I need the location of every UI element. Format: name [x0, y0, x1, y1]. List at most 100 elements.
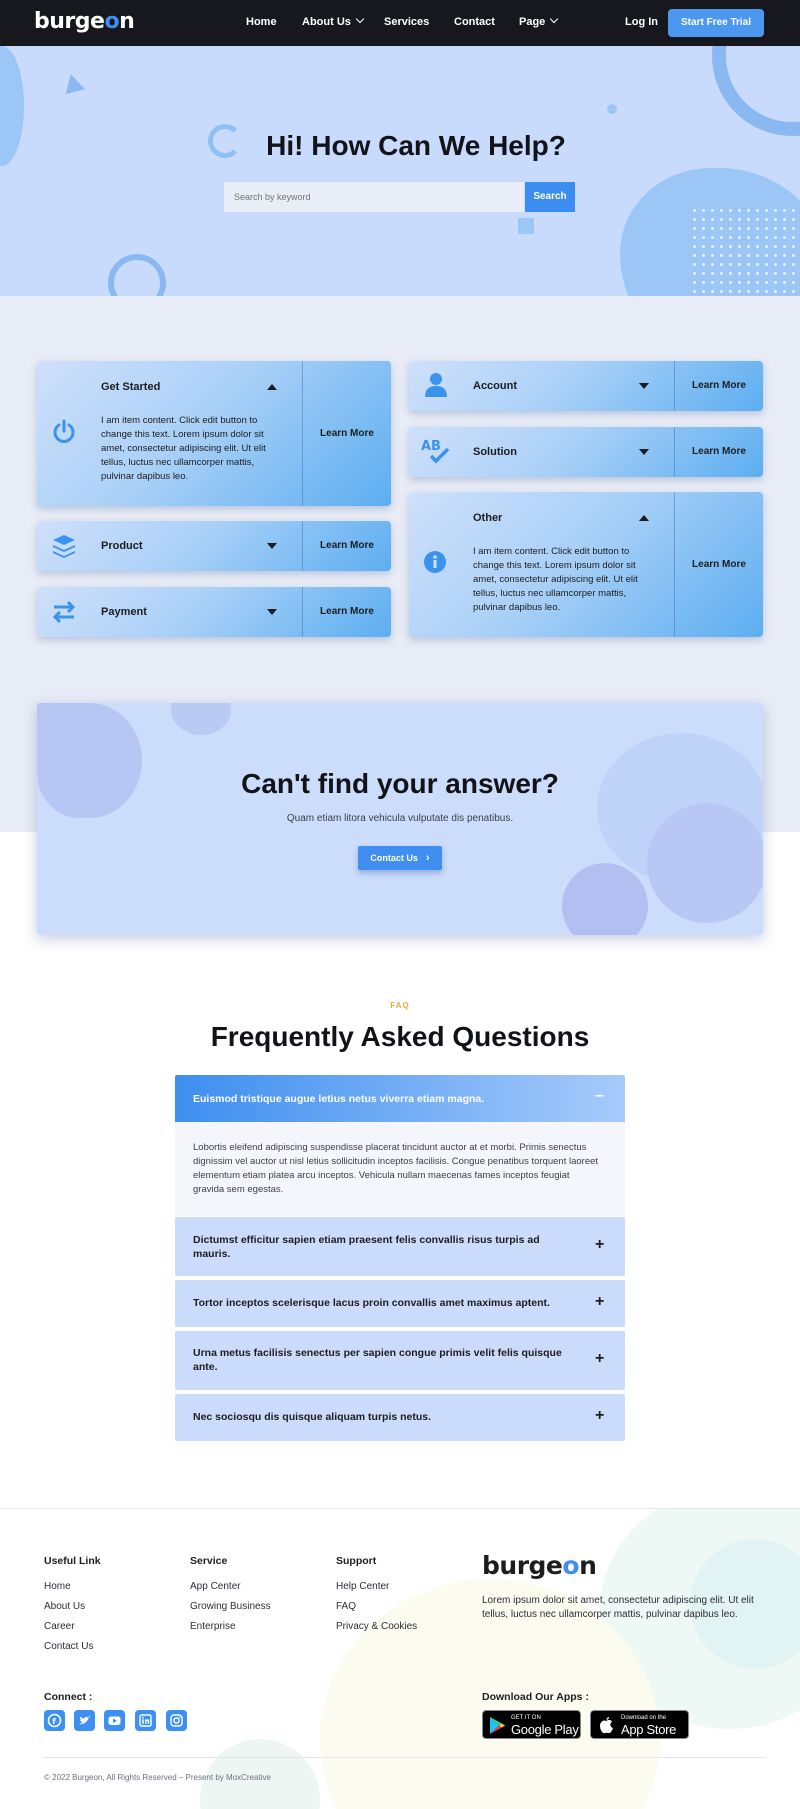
nav-page[interactable]: Page — [519, 14, 559, 28]
footer-link-contact-us[interactable]: Contact Us — [44, 1641, 93, 1652]
faq-question: Tortor inceptos scelerisque lacus proin … — [193, 1297, 550, 1309]
logo[interactable]: burgeon — [34, 9, 135, 34]
start-free-trial-button[interactable]: Start Free Trial — [668, 9, 764, 37]
plus-icon[interactable]: + — [595, 1236, 604, 1254]
footer-link-career[interactable]: Career — [44, 1621, 75, 1632]
facebook-icon[interactable]: f — [44, 1710, 65, 1731]
learn-more-link[interactable]: Learn More — [303, 606, 391, 617]
contact-cta-box: Can't find your answer? Quam etiam litor… — [37, 703, 763, 935]
card-body: I am item content. Click edit button to … — [473, 546, 638, 613]
faq-question: Urna metus facilisis senectus per sapien… — [193, 1347, 562, 1373]
faq-item[interactable]: Dictumst efficitur sapien etiam praesent… — [175, 1217, 625, 1276]
linkedin-icon[interactable] — [135, 1710, 156, 1731]
topic-card-product[interactable]: Product Learn More — [37, 521, 391, 571]
info-icon — [424, 551, 446, 573]
topic-card-get-started[interactable]: Get Started I am item content. Click edi… — [37, 361, 391, 506]
card-title: Solution — [473, 446, 517, 458]
footer-divider — [44, 1757, 766, 1758]
nav-about-us[interactable]: About Us — [302, 14, 365, 28]
topic-card-other[interactable]: Other I am item content. Click edit butt… — [409, 492, 763, 637]
learn-more-link[interactable]: Learn More — [303, 540, 391, 551]
plus-icon[interactable]: + — [595, 1407, 604, 1425]
faq-title: Frequently Asked Questions — [210, 1021, 590, 1052]
cta-text: Quam etiam litora vehicula vulputate dis… — [286, 813, 514, 824]
layers-icon — [53, 535, 75, 558]
apps-heading: Download Our Apps : — [482, 1691, 589, 1703]
decor-dot — [607, 104, 617, 114]
footer-link-growing-business[interactable]: Growing Business — [190, 1601, 271, 1612]
topic-card-payment[interactable]: Payment Learn More — [37, 587, 391, 637]
footer-link-privacy-cookies[interactable]: Privacy & Cookies — [336, 1621, 417, 1632]
decor-dot-grid — [690, 206, 796, 296]
footer-heading-support: Support — [336, 1555, 377, 1567]
caret-up-icon[interactable] — [267, 384, 277, 390]
svg-text:AB: AB — [421, 439, 441, 454]
decor-blob — [562, 863, 648, 935]
learn-more-link[interactable]: Learn More — [303, 428, 391, 439]
power-icon — [53, 419, 75, 443]
footer-logo[interactable]: burgeon — [482, 1551, 597, 1580]
contact-us-button[interactable]: Contact Us › — [358, 846, 442, 870]
instagram-icon[interactable] — [166, 1710, 187, 1731]
decor-blob — [171, 703, 231, 735]
caret-down-icon[interactable] — [639, 383, 649, 389]
footer-link-home[interactable]: Home — [44, 1581, 71, 1592]
footer-link-faq[interactable]: FAQ — [336, 1601, 356, 1612]
apple-icon — [600, 1717, 613, 1734]
google-play-text: Google Play — [511, 1722, 579, 1737]
decor-triangle — [61, 71, 85, 95]
plus-icon[interactable]: + — [595, 1350, 604, 1368]
footer-link-help-center[interactable]: Help Center — [336, 1581, 389, 1592]
card-body: I am item content. Click edit button to … — [101, 415, 266, 482]
app-store-badge[interactable]: Download on the App Store — [590, 1710, 689, 1739]
faq-item[interactable]: Nec sociosqu dis quisque aliquam turpis … — [175, 1394, 625, 1441]
topic-card-solution[interactable]: AB Solution Learn More — [409, 427, 763, 477]
card-title: Payment — [101, 606, 147, 618]
faq-eyebrow: FAQ — [390, 1001, 410, 1010]
connect-heading: Connect : — [44, 1691, 93, 1703]
footer-heading-service: Service — [190, 1555, 228, 1567]
spellcheck-icon: AB — [421, 439, 450, 464]
nav-services[interactable]: Services — [384, 16, 429, 28]
svg-text:f: f — [52, 1717, 56, 1726]
google-play-icon — [490, 1717, 505, 1734]
caret-down-icon[interactable] — [639, 449, 649, 455]
minus-icon[interactable]: – — [595, 1087, 604, 1105]
faq-answer-panel: Lobortis eleifend adipiscing suspendisse… — [175, 1122, 625, 1216]
login-link[interactable]: Log In — [625, 16, 658, 28]
cta-title: Can't find your answer? — [241, 768, 559, 799]
decor-square — [518, 218, 534, 234]
learn-more-link[interactable]: Learn More — [675, 559, 763, 570]
footer: Useful Link Home About Us Career Contact… — [0, 1508, 800, 1809]
search-button[interactable]: Search — [525, 182, 575, 212]
faq-question: Nec sociosqu dis quisque aliquam turpis … — [193, 1411, 432, 1423]
footer-link-app-center[interactable]: App Center — [190, 1581, 241, 1592]
app-store-small-text: Download on the — [621, 1715, 667, 1721]
faq-item[interactable]: Urna metus facilisis senectus per sapien… — [175, 1331, 625, 1390]
faq-answer: Lobortis eleifend adipiscing suspendisse… — [193, 1142, 599, 1195]
youtube-icon[interactable] — [104, 1710, 125, 1731]
nav-home[interactable]: Home — [246, 16, 277, 28]
search-input[interactable] — [224, 182, 524, 212]
google-play-small-text: GET IT ON — [511, 1715, 541, 1721]
faq-item-open[interactable]: Euismod tristique augue letius netus viv… — [175, 1075, 625, 1122]
learn-more-link[interactable]: Learn More — [675, 380, 763, 391]
hero-title: Hi! How Can We Help? — [266, 130, 566, 161]
caret-up-icon[interactable] — [639, 515, 649, 521]
learn-more-link[interactable]: Learn More — [675, 446, 763, 457]
footer-link-enterprise[interactable]: Enterprise — [190, 1621, 236, 1632]
plus-icon[interactable]: + — [595, 1293, 604, 1311]
footer-link-about-us[interactable]: About Us — [44, 1601, 85, 1612]
caret-down-icon[interactable] — [267, 609, 277, 615]
twitter-icon[interactable] — [74, 1710, 95, 1731]
transfer-icon — [52, 600, 76, 624]
topic-card-account[interactable]: Account Learn More — [409, 361, 763, 411]
nav-contact[interactable]: Contact — [454, 16, 495, 28]
app-store-text: App Store — [621, 1722, 677, 1737]
chevron-down-icon — [550, 14, 559, 24]
caret-down-icon[interactable] — [267, 543, 277, 549]
chevron-right-icon: › — [425, 852, 430, 864]
google-play-badge[interactable]: GET IT ON Google Play — [482, 1710, 581, 1739]
footer-heading-useful-link: Useful Link — [44, 1555, 101, 1567]
faq-item[interactable]: Tortor inceptos scelerisque lacus proin … — [175, 1280, 625, 1327]
